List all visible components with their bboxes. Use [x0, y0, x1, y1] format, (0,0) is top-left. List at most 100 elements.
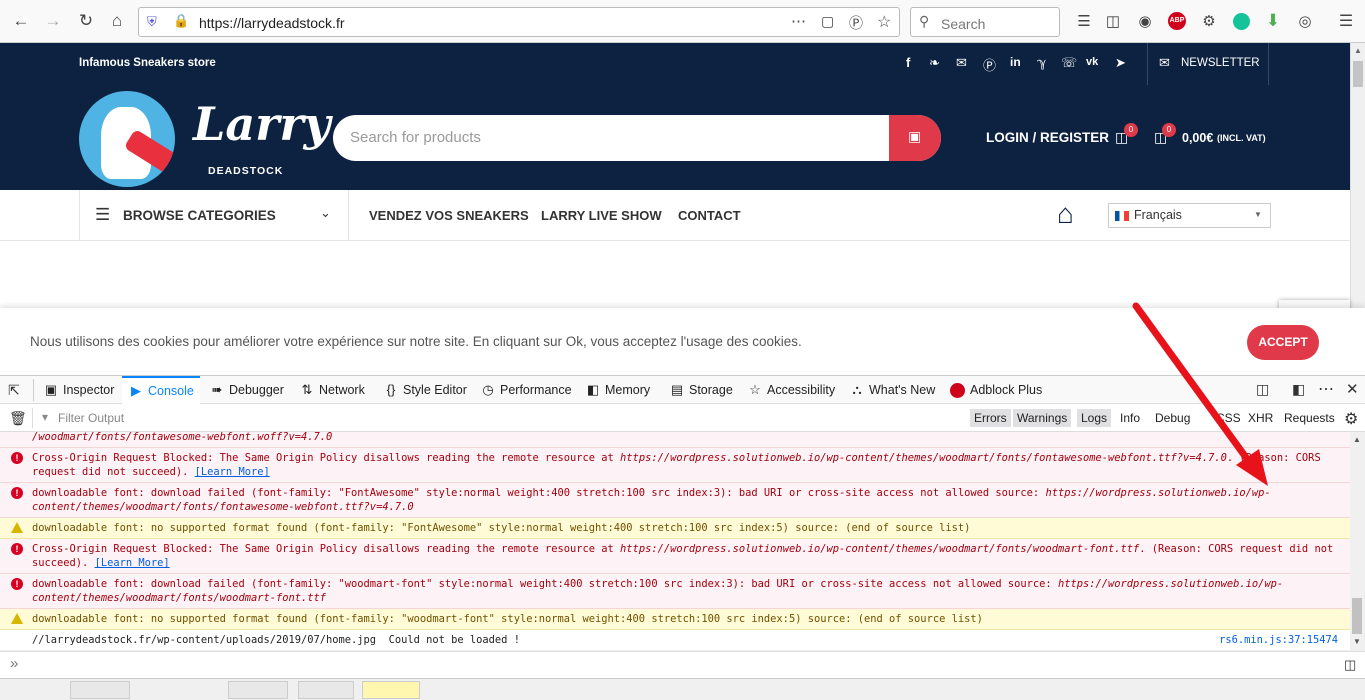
- warning-icon: [11, 522, 23, 533]
- filter-xhr-button[interactable]: XHR: [1244, 409, 1277, 427]
- console-message: ! Cross-Origin Request Blocked: The Same …: [0, 539, 1350, 574]
- browser-search-input[interactable]: ⚲ Search: [910, 7, 1060, 37]
- close-devtools-icon[interactable]: ✕: [1346, 380, 1359, 398]
- filter-debug-button[interactable]: Debug: [1151, 409, 1194, 427]
- linkedin-icon[interactable]: in: [1010, 55, 1021, 69]
- message-url[interactable]: https://wordpress.solutionweb.io/wp-cont…: [620, 543, 1139, 555]
- product-search-button[interactable]: ▣: [889, 115, 941, 161]
- vk-icon[interactable]: vk: [1086, 56, 1098, 68]
- message-url[interactable]: https://wordpress.solutionweb.io/wp-cont…: [620, 452, 1227, 464]
- devtools-menu-icon[interactable]: ⋯: [1318, 379, 1334, 399]
- page-actions-icon[interactable]: ⋯: [791, 12, 806, 30]
- scroll-up-icon[interactable]: ▲: [1353, 435, 1361, 444]
- tab-style-editor[interactable]: {} Style Editor: [383, 376, 467, 404]
- filter-info-button[interactable]: Info: [1116, 409, 1144, 427]
- filter-output-input[interactable]: Filter Output: [58, 411, 124, 425]
- scrollbar-thumb[interactable]: [1352, 598, 1362, 634]
- filter-errors-button[interactable]: Errors: [970, 409, 1011, 427]
- scroll-down-icon[interactable]: ▼: [1353, 637, 1361, 646]
- tab-performance[interactable]: ◷ Performance: [480, 376, 571, 404]
- tab-storage[interactable]: ▤ Storage: [669, 376, 733, 404]
- cookie-banner: Nous utilisons des cookies pour améliore…: [0, 308, 1365, 376]
- nav-item-contact[interactable]: CONTACT: [678, 208, 741, 223]
- pinterest-icon[interactable]: Ⓟ: [983, 55, 996, 74]
- message-url[interactable]: /woodmart/fonts/fontawesome-webfont.woff…: [32, 432, 332, 443]
- learn-more-link[interactable]: [Learn More]: [195, 466, 270, 478]
- reload-icon[interactable]: ↻: [73, 8, 99, 34]
- tab-inspector[interactable]: ▣ Inspector: [43, 376, 115, 404]
- site-logo[interactable]: Larry DEADSTOCK: [79, 91, 330, 187]
- download-extension-icon[interactable]: ⬇: [1260, 8, 1286, 34]
- filter-css-button[interactable]: CSS: [1212, 409, 1245, 427]
- url-bar[interactable]: ⛨ 🔒 https://larrydeadstock.fr ⋯ ▢ Ⓟ ☆: [138, 7, 900, 37]
- library-icon[interactable]: ☰: [1071, 8, 1097, 34]
- element-picker-icon[interactable]: ⇱: [8, 382, 20, 399]
- bookmark-star-icon[interactable]: ☆: [877, 12, 891, 32]
- newsletter-link[interactable]: ✉ NEWSLETTER: [1148, 43, 1269, 85]
- product-search-input[interactable]: Search for products ▣: [333, 115, 941, 161]
- split-console-icon[interactable]: ◫: [1256, 381, 1269, 398]
- nav-item-live-show[interactable]: LARRY LIVE SHOW: [541, 208, 662, 223]
- tab-adblock-plus[interactable]: Adblock Plus: [950, 376, 1042, 404]
- pocket-icon[interactable]: ▢: [821, 13, 834, 30]
- forward-icon[interactable]: →: [40, 8, 66, 34]
- telegram-icon[interactable]: ➤: [1115, 55, 1126, 71]
- accept-button[interactable]: ACCEPT: [1247, 325, 1319, 360]
- login-register-link[interactable]: LOGIN / REGISTER: [986, 130, 1109, 145]
- menu-icon[interactable]: ☰: [1333, 8, 1359, 34]
- filter-icon: ▾: [42, 410, 49, 424]
- browse-categories-button[interactable]: ☰ BROWSE CATEGORIES ⌄: [79, 190, 349, 241]
- tab-debugger[interactable]: ➠ Debugger: [209, 376, 284, 404]
- tab-network[interactable]: ⇅ Network: [299, 376, 365, 404]
- grammarly-icon[interactable]: [1228, 8, 1254, 34]
- tracking-shield-icon[interactable]: ⛨: [147, 14, 157, 30]
- sidebar-icon[interactable]: ◫: [1100, 8, 1126, 34]
- editor-mode-icon[interactable]: ◫: [1344, 657, 1356, 673]
- language-select[interactable]: Français ▼: [1108, 203, 1271, 228]
- taskbar-item[interactable]: [298, 681, 354, 699]
- home-icon[interactable]: ⌂: [1057, 198, 1074, 230]
- cart-total[interactable]: 0,00€: [1182, 131, 1213, 145]
- network-icon: ⇅: [301, 382, 313, 397]
- settings-extension-icon[interactable]: ⚙: [1196, 8, 1222, 34]
- screenshot-extension-icon[interactable]: ◎: [1292, 8, 1318, 34]
- learn-more-link[interactable]: [Learn More]: [95, 557, 170, 569]
- home-icon[interactable]: ⌂: [104, 8, 130, 34]
- console-filter-bar: 🗑 ▾ Filter Output Errors Warnings Logs Info…: [0, 404, 1365, 432]
- filter-requests-button[interactable]: Requests: [1280, 409, 1339, 427]
- dock-icon[interactable]: ◧: [1292, 381, 1305, 398]
- odnoklassniki-icon[interactable]: ℽ: [1037, 55, 1046, 71]
- tab-memory[interactable]: ◧ Memory: [585, 376, 650, 404]
- twitter-icon[interactable]: ❧: [929, 55, 940, 71]
- nav-item-vendez[interactable]: VENDEZ VOS SNEAKERS: [369, 208, 529, 223]
- scroll-up-icon[interactable]: ▲: [1354, 46, 1362, 55]
- whatsapp-icon[interactable]: ☏: [1061, 55, 1077, 71]
- accessibility-icon: ☆: [749, 382, 761, 397]
- console-settings-icon[interactable]: ⚙: [1344, 409, 1358, 429]
- console-input[interactable]: » ◫: [0, 651, 1365, 678]
- lock-icon[interactable]: 🔒: [173, 13, 189, 29]
- url-text[interactable]: https://larrydeadstock.fr: [199, 15, 345, 31]
- tab-what-s-new[interactable]: ⛬ What's New: [849, 376, 935, 404]
- tab-label: Console: [148, 384, 194, 398]
- account-icon[interactable]: ◉: [1132, 8, 1158, 34]
- email-icon[interactable]: ✉: [956, 55, 967, 71]
- console-scrollbar[interactable]: ▲ ▼: [1350, 432, 1365, 651]
- back-icon[interactable]: ←: [8, 8, 34, 34]
- storage-icon: ▤: [670, 382, 684, 397]
- message-source-link[interactable]: rs6.min.js:37:15474: [1219, 633, 1338, 647]
- adblock-plus-icon[interactable]: ABP: [1164, 8, 1190, 34]
- taskbar-item[interactable]: [228, 681, 288, 699]
- wordpress-icon[interactable]: Ⓟ: [849, 13, 863, 33]
- taskbar-item[interactable]: [362, 681, 420, 699]
- filter-logs-button[interactable]: Logs: [1077, 409, 1112, 427]
- trash-icon[interactable]: 🗑: [9, 410, 27, 427]
- message-text: downloadable font: no supported format f…: [32, 613, 983, 625]
- facebook-icon[interactable]: f: [906, 55, 910, 70]
- tab-console[interactable]: ▶ Console: [122, 376, 200, 404]
- taskbar-item[interactable]: [70, 681, 130, 699]
- abp-badge: ABP: [1168, 12, 1186, 30]
- scrollbar-thumb[interactable]: [1353, 61, 1363, 87]
- tab-accessibility[interactable]: ☆ Accessibility: [747, 376, 835, 404]
- filter-warnings-button[interactable]: Warnings: [1013, 409, 1072, 427]
